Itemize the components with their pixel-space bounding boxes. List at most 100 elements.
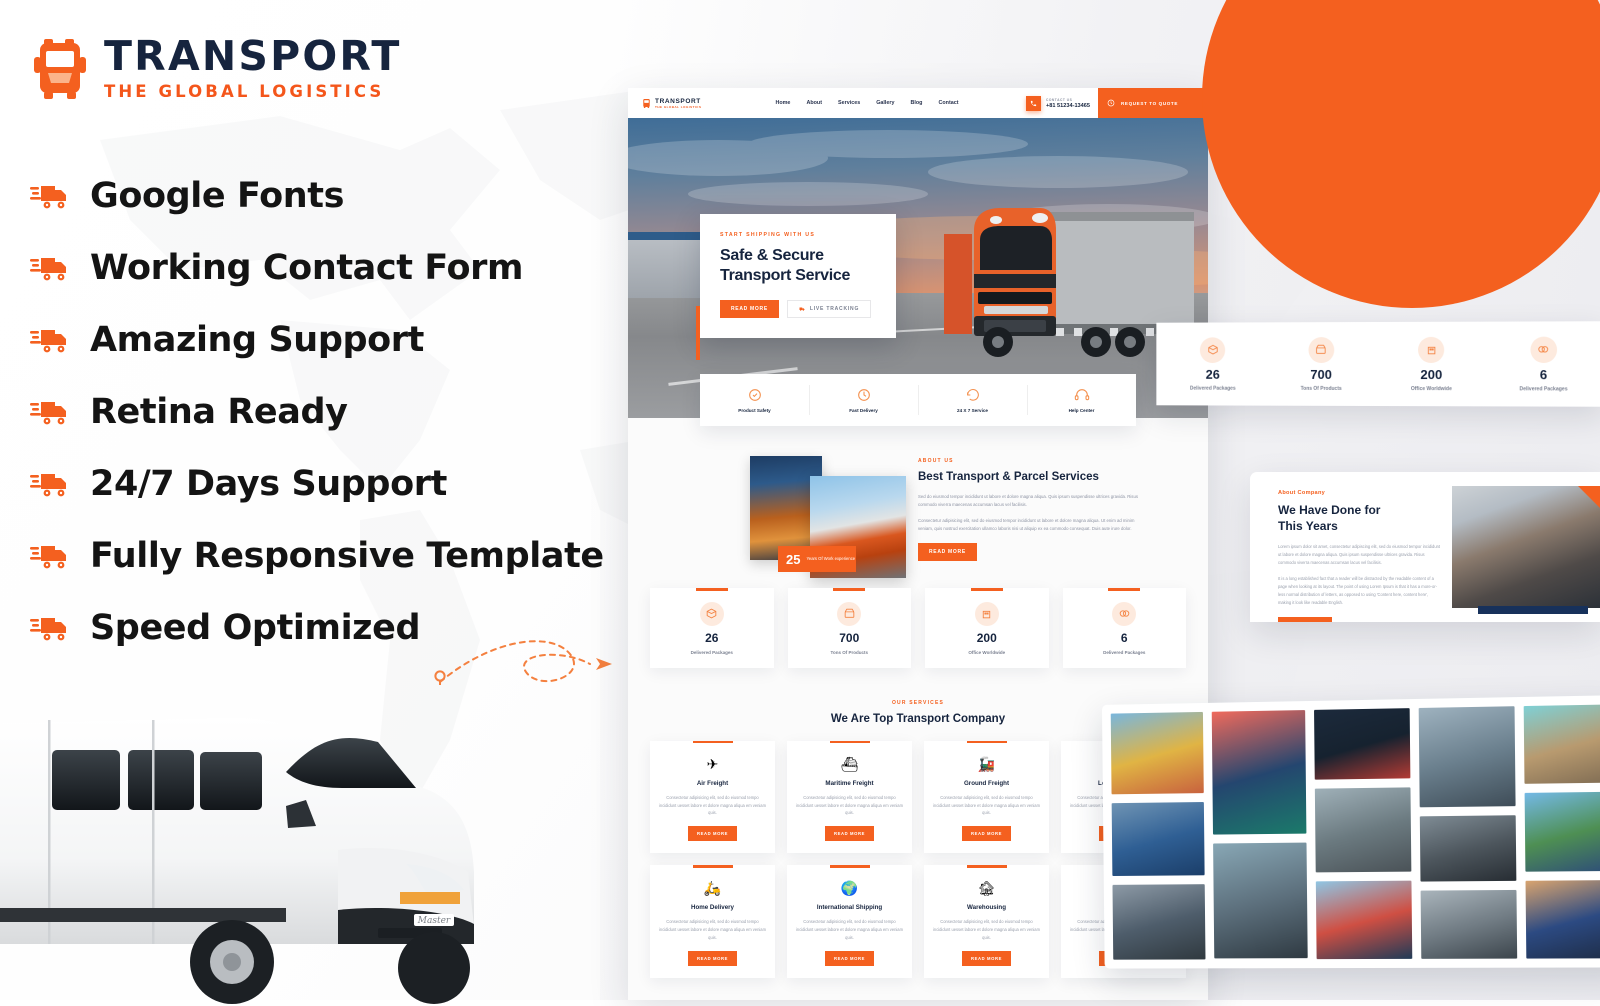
preview-contact-block[interactable]: CONTACT US +81 51234-13465 (1025, 95, 1090, 111)
about-card-read-more-button[interactable]: READ MORE (1278, 616, 1333, 622)
floating-stats-card: 26 Delivered Packages 700 Tons Of Produc… (1156, 321, 1600, 407)
stats-row: 26 Delivered Packages 700 Tons Of Produc… (628, 588, 1208, 668)
container-trucks-yard-photo[interactable] (1112, 884, 1206, 960)
preview-logo-name: TRANSPORT (655, 97, 701, 105)
air-freight-icon: ✈ (706, 755, 719, 772)
about-card-title-line1: We Have Done for (1278, 503, 1381, 517)
brand-logo: TRANSPORT THE GLOBAL LOGISTICS (32, 36, 402, 101)
truck-front-icon (34, 39, 86, 100)
stat-number: 700 (1310, 366, 1332, 382)
service-card[interactable]: ✈ Air Freight Consectetur adipisicing el… (650, 740, 775, 854)
service-24x7-icon (966, 388, 979, 401)
hero-live-tracking-button[interactable]: LIVE TRACKING (786, 300, 872, 318)
port-gantry-cranes-photo[interactable] (1418, 706, 1516, 808)
service-read-more-button[interactable]: READ MORE (825, 950, 874, 966)
fast-truck-icon (30, 402, 66, 425)
package-icon (706, 608, 717, 619)
stat-number: 200 (1420, 366, 1443, 382)
preview-navbar[interactable]: TRANSPORT THE GLOBAL LOGISTICS Home About… (628, 88, 1208, 118)
preview-logo[interactable]: TRANSPORT THE GLOBAL LOGISTICS (642, 98, 701, 109)
service-card[interactable]: 🛵 Home Delivery Consectetur adipisicing … (650, 865, 775, 978)
red-ship-sunset-photo[interactable] (1211, 710, 1307, 835)
fast-truck-icon (30, 330, 66, 353)
container-vessel-sea-photo[interactable] (1316, 880, 1412, 960)
mountain-road-truck-photo[interactable] (1523, 704, 1600, 784)
nav-link-about[interactable]: About (806, 100, 822, 106)
canal-container-ship-photo[interactable] (1524, 791, 1600, 873)
gallery-column (1211, 710, 1309, 959)
feature-label: Fully Responsive Template (90, 536, 604, 576)
service-read-more-button[interactable]: READ MORE (688, 826, 737, 842)
feature-list: Google Fonts Working Contact Form Amazin… (30, 160, 630, 664)
about-card-paragraph-1: Lorem ipsum dolor sit amet, consectetur … (1278, 544, 1441, 565)
about-company-card: About Company We Have Done for This Year… (1250, 472, 1600, 622)
box-icon (1315, 343, 1328, 356)
gallery-column (1523, 704, 1600, 959)
stat-icon-wrap (1308, 336, 1334, 363)
building-icon (1425, 343, 1438, 356)
about-paragraph-1: Sed do eiusmod tempor incididunt ut labo… (918, 493, 1138, 507)
container-stack-loading-photo[interactable] (1213, 842, 1309, 959)
strip-item[interactable]: Product Safety (700, 374, 809, 426)
nav-link-gallery[interactable]: Gallery (876, 100, 894, 106)
blue-semi-truck-photo[interactable] (1525, 880, 1600, 959)
package-icon (1206, 343, 1219, 356)
experience-number: 25 (786, 551, 801, 567)
fast-truck-icon (30, 618, 66, 641)
nav-link-blog[interactable]: Blog (910, 100, 922, 106)
feature-label: Google Fonts (90, 176, 345, 216)
stat-label: Delivered Packages (1103, 649, 1146, 655)
about-card-desk-bar (1478, 606, 1588, 614)
phone-icon[interactable] (1025, 95, 1041, 111)
stat-number: 6 (1539, 366, 1548, 382)
fast-truck-icon (30, 474, 66, 497)
nav-link-contact[interactable]: Contact (938, 100, 958, 106)
service-card[interactable]: 🚂 Ground Freight Consectetur adipisicing… (924, 740, 1049, 854)
about-read-more-button[interactable]: READ MORE (918, 542, 977, 561)
hero-title: Safe & Secure Transport Service (720, 246, 876, 286)
nav-link-services[interactable]: Services (838, 100, 860, 106)
request-quote-button[interactable]: REQUEST TO QUOTE (1098, 88, 1208, 118)
feature-label: Retina Ready (90, 392, 348, 432)
svg-text:Master: Master (417, 916, 451, 926)
strip-item[interactable]: 24 X 7 Service (918, 374, 1027, 426)
stat-label: Office Worldwide (968, 649, 1006, 655)
nav-link-home[interactable]: Home (775, 100, 790, 106)
service-description: Consectetur adipisicing elit, sed do eiu… (659, 919, 766, 940)
service-read-more-button[interactable]: READ MORE (962, 826, 1011, 842)
strip-label: 24 X 7 Service (957, 408, 988, 413)
truck-front-icon (643, 98, 650, 108)
stat-label: Tons Of Products (1300, 385, 1342, 392)
feature-item: Working Contact Form (30, 232, 630, 304)
about-paragraph-2: Consectetur adipisicing elit, sed do eiu… (918, 517, 1135, 531)
aerial-red-tanker-photo[interactable] (1314, 708, 1410, 780)
service-read-more-button[interactable]: READ MORE (825, 826, 874, 842)
container-yard-transporter-photo[interactable] (1420, 889, 1517, 959)
cargo-ship-blue-photo[interactable] (1111, 801, 1205, 876)
clock-icon (1107, 99, 1115, 107)
hero-live-tracking-label: LIVE TRACKING (809, 306, 860, 312)
experience-label: Years Of Work experience (806, 555, 856, 561)
contact-phone[interactable]: +81 51234-13465 (1046, 103, 1090, 109)
gallery-column (1418, 706, 1517, 959)
strip-item[interactable]: Help Center (1027, 374, 1136, 426)
hero-kicker: START SHIPPING WITH US (720, 232, 816, 238)
service-card[interactable]: ⛴ Maritime Freight Consectetur adipisici… (787, 740, 912, 854)
stat-number: 6 (1120, 630, 1128, 645)
service-title: Maritime Freight (825, 779, 874, 787)
service-read-more-button[interactable]: READ MORE (688, 950, 737, 966)
service-description: Consectetur adipisicing elit, sed do eiu… (796, 794, 903, 816)
twin-tankers-aerial-photo[interactable] (1315, 787, 1411, 873)
terminal-loader-photo[interactable] (1419, 815, 1517, 882)
strip-item[interactable]: Fast Delivery (809, 374, 918, 426)
feature-item: Amazing Support (30, 304, 630, 376)
preview-nav-links[interactable]: Home About Services Gallery Blog Contact (775, 100, 958, 106)
hero-read-more-button[interactable]: READ MORE (720, 300, 779, 318)
strip-label: Fast Delivery (849, 408, 878, 413)
stat-number: 700 (839, 630, 860, 645)
service-card[interactable]: 🏚 Warehousing Consectetur adipisicing el… (924, 865, 1049, 978)
stat-number: 26 (705, 630, 719, 645)
service-card[interactable]: 🌍 International Shipping Consectetur adi… (787, 865, 912, 978)
service-read-more-button[interactable]: READ MORE (962, 950, 1011, 966)
stacked-containers-photo[interactable] (1110, 711, 1204, 795)
